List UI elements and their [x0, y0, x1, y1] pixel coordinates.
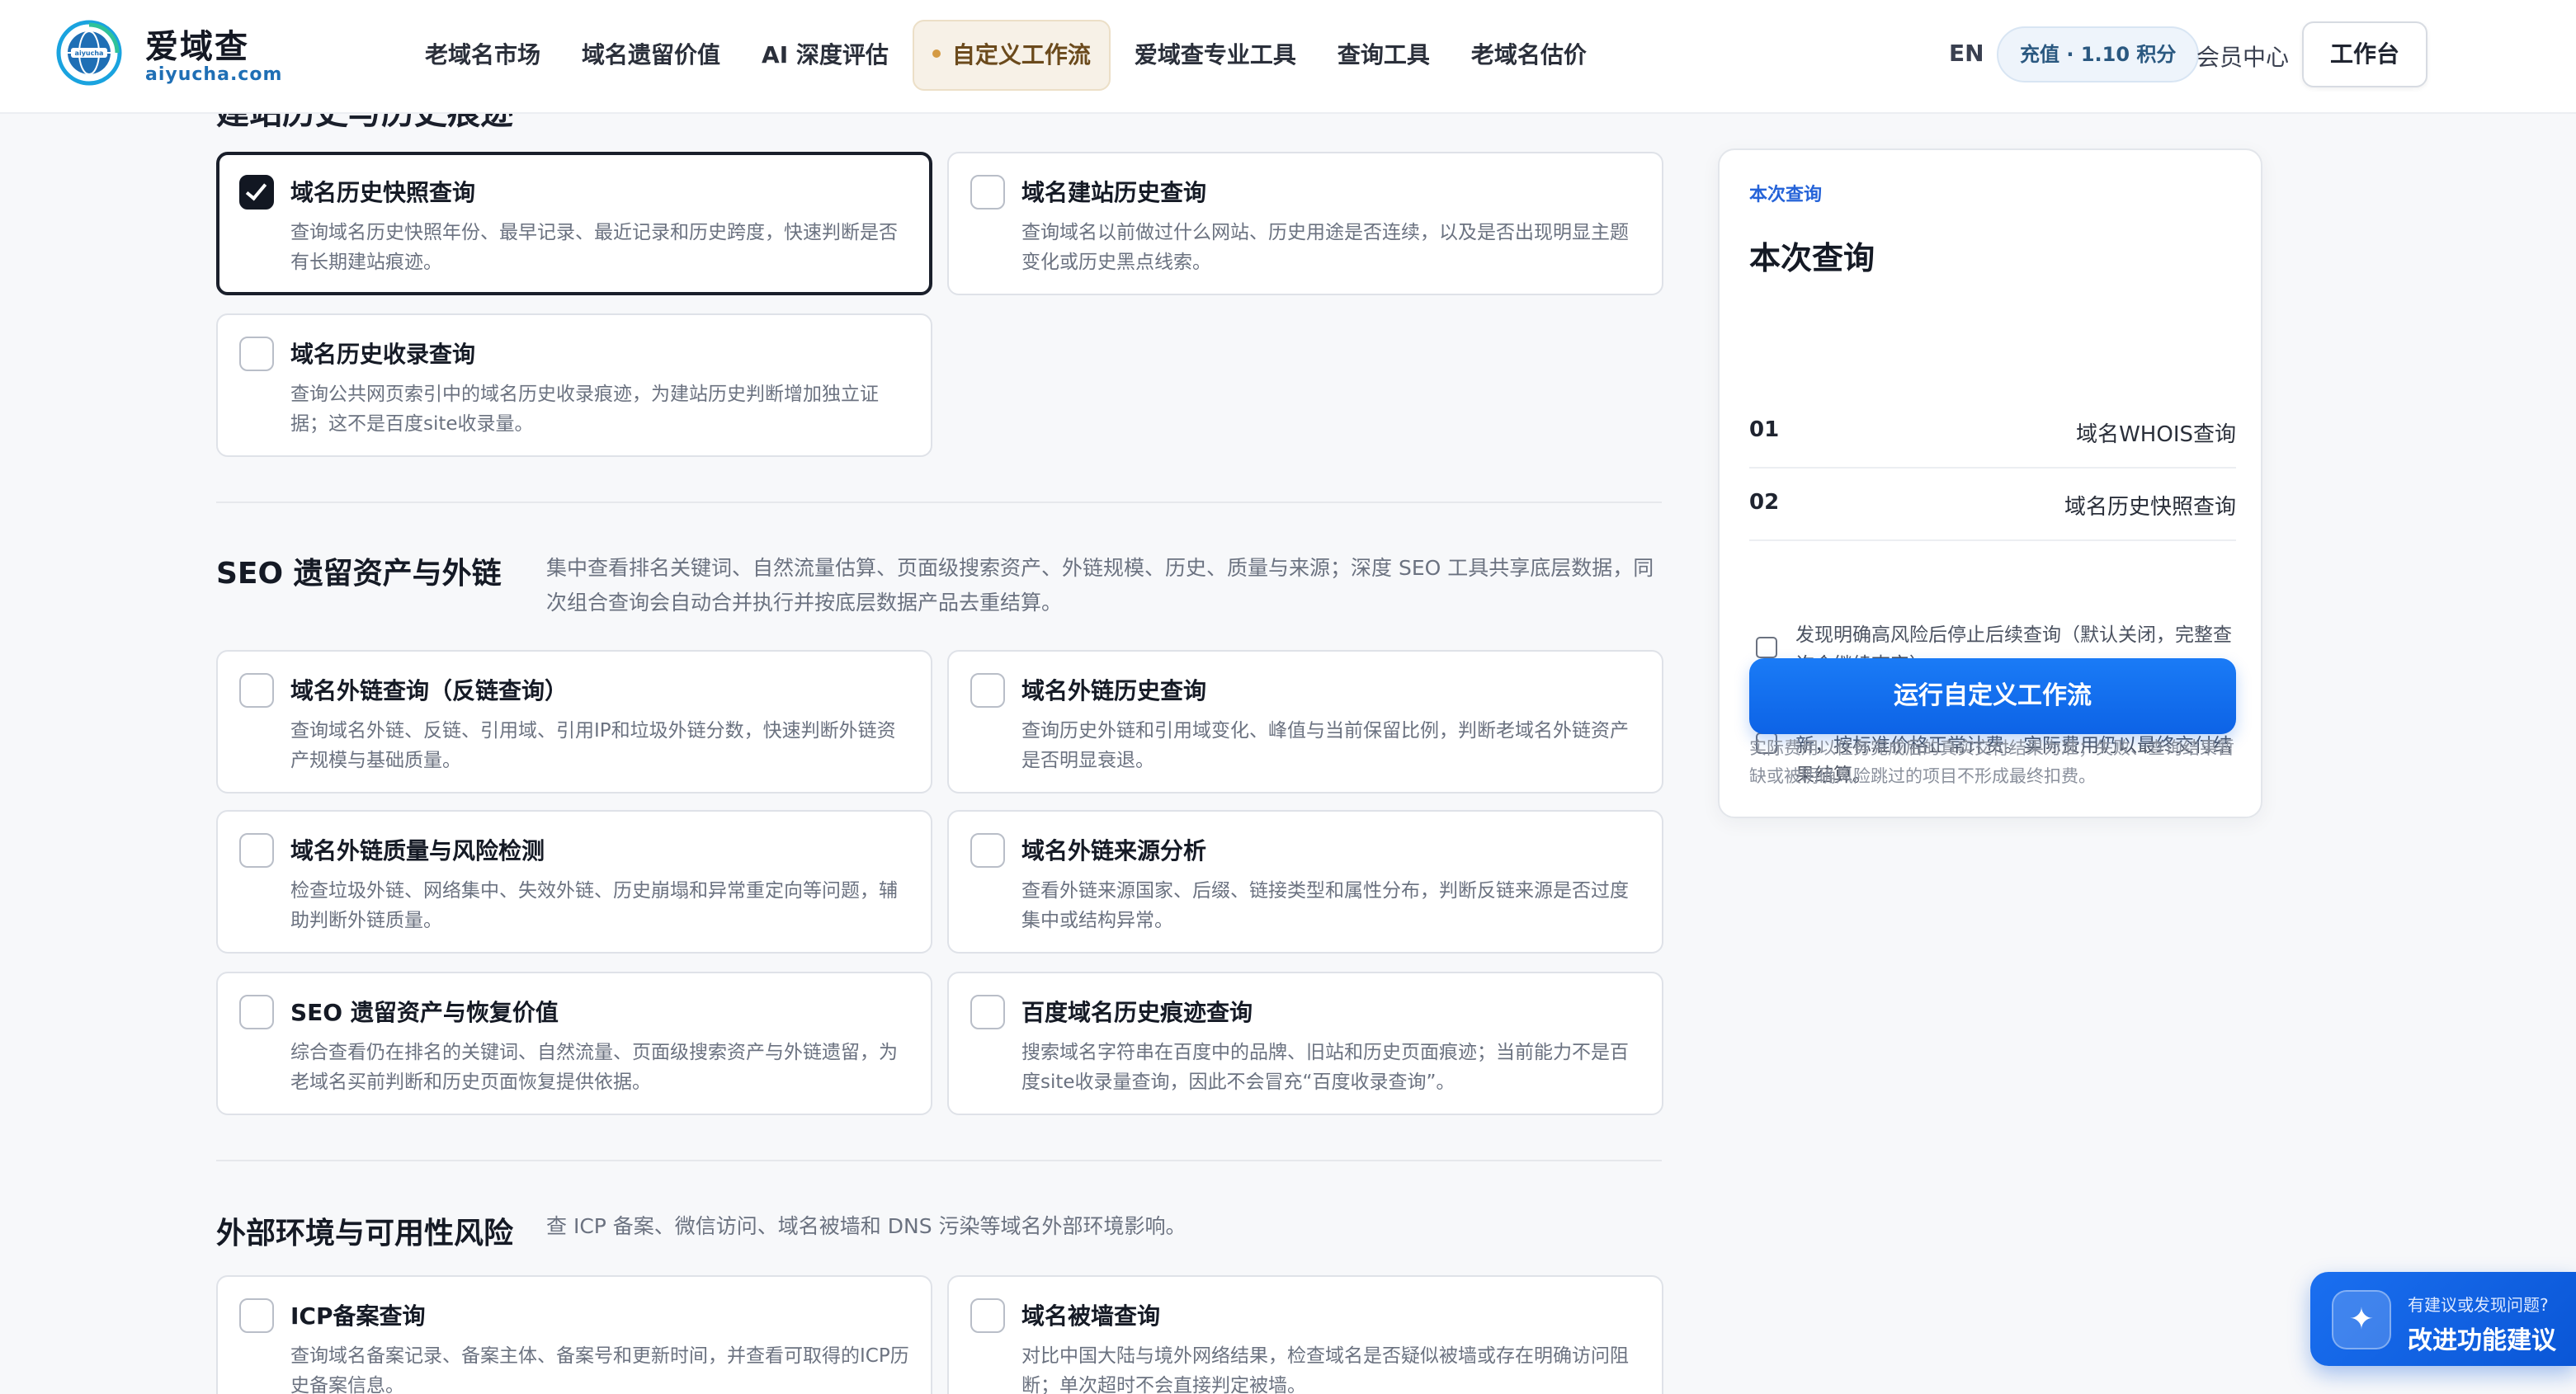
- card-checkbox[interactable]: [239, 337, 274, 371]
- brand-domain: aiyucha.com: [145, 64, 283, 85]
- section-title-seo-assets: SEO 遗留资产与外链: [216, 557, 502, 591]
- card-title: 域名外链来源分析: [1021, 837, 1207, 864]
- card-title: 百度域名历史痕迹查询: [1021, 999, 1253, 1026]
- card-desc: 查询域名备案记录、备案主体、备案号和更新时间，并查看可取得的ICP历史备案信息。: [290, 1345, 909, 1394]
- nav-old-domain-market[interactable]: 老域名市场: [404, 20, 561, 91]
- nav-domain-legacy-value[interactable]: 域名遗留价值: [561, 20, 741, 91]
- card-title: 域名建站历史查询: [1021, 179, 1207, 206]
- aiyucha-logo-icon[interactable]: aiyucha: [56, 20, 122, 86]
- section-title-external-risk: 外部环境与可用性风险: [216, 1217, 514, 1250]
- section-desc-external-risk: 查 ICP 备案、微信访问、域名被墙和 DNS 污染等域名外部环境影响。: [546, 1214, 1187, 1238]
- recharge-credits-button[interactable]: 充值 · 1.10 积分: [1997, 26, 2200, 82]
- nav-query-tools[interactable]: 查询工具: [1317, 20, 1451, 91]
- option-card-site-building-history[interactable]: 域名建站历史查询 查询域名以前做过什么网站、历史用途是否连续，以及是否出现明显主…: [947, 152, 1663, 295]
- row-index: 02: [1749, 490, 1780, 515]
- brand-name[interactable]: 爱域查: [145, 20, 249, 68]
- card-checkbox[interactable]: [239, 995, 274, 1029]
- member-center-link[interactable]: 会员中心: [2196, 40, 2289, 73]
- section-divider: [216, 1160, 1662, 1161]
- selected-query-row: 02 域名历史快照查询: [1749, 469, 2236, 541]
- sparkle-icon: ✦: [2332, 1290, 2391, 1349]
- card-desc: 查询域名以前做过什么网站、历史用途是否连续，以及是否出现明显主题变化或历史黑点线…: [1021, 222, 1629, 273]
- option-card-seo-legacy-value[interactable]: SEO 遗留资产与恢复价值 综合查看仍在排名的关键词、自然流量、页面级搜索资产与…: [216, 972, 932, 1115]
- option-card-index-history[interactable]: 域名历史收录查询 查询公共网页索引中的域名历史收录痕迹，为建站历史判断增加独立证…: [216, 313, 932, 457]
- card-checkbox[interactable]: [970, 1298, 1005, 1333]
- row-name: 域名WHOIS查询: [2076, 422, 2236, 447]
- section-divider: [216, 502, 1662, 503]
- main-nav: 老域名市场 域名遗留价值 AI 深度评估 自定义工作流 爱域查专业工具 查询工具…: [404, 20, 1607, 91]
- card-desc: 搜索域名字符串在百度中的品牌、旧站和历史页面痕迹；当前能力不是百度site收录量…: [1021, 1042, 1629, 1093]
- option-card-icp-record[interactable]: ICP备案查询 查询域名备案记录、备案主体、备案号和更新时间，并查看可取得的IC…: [216, 1275, 932, 1394]
- card-checkbox[interactable]: [239, 1298, 274, 1333]
- run-workflow-button[interactable]: 运行自定义工作流: [1749, 658, 2236, 734]
- row-name: 域名历史快照查询: [2064, 495, 2236, 520]
- option-card-baidu-history[interactable]: 百度域名历史痕迹查询 搜索域名字符串在百度中的品牌、旧站和历史页面痕迹；当前能力…: [947, 972, 1663, 1115]
- card-checkbox[interactable]: [970, 833, 1005, 868]
- language-toggle[interactable]: EN: [1949, 40, 1984, 67]
- checkmark-icon: [245, 178, 267, 201]
- option-card-backlinks[interactable]: 域名外链查询（反链查询） 查询域名外链、反链、引用域、引用IP和垃圾外链分数，快…: [216, 650, 932, 794]
- card-checkbox[interactable]: [970, 175, 1005, 210]
- card-title: 域名历史收录查询: [290, 341, 476, 368]
- option-card-snapshot-history[interactable]: 域名历史快照查询 查询域名历史快照年份、最早记录、最近记录和历史跨度，快速判断是…: [216, 152, 932, 295]
- card-checkbox[interactable]: [239, 833, 274, 868]
- card-title: 域名外链查询（反链查询）: [290, 677, 569, 704]
- option-card-backlink-quality[interactable]: 域名外链质量与风险检测 检查垃圾外链、网络集中、失效外链、历史崩塌和异常重定向等…: [216, 810, 932, 954]
- nav-custom-workflow-label: 自定义工作流: [951, 41, 1091, 68]
- card-desc: 对比中国大陆与境外网络结果，检查域名是否疑似被墙或存在明确访问阻断；单次超时不会…: [1021, 1345, 1629, 1394]
- nav-ai-deep-eval[interactable]: AI 深度评估: [741, 20, 909, 91]
- card-desc: 查询公共网页索引中的域名历史收录痕迹，为建站历史判断增加独立证据；这不是百度si…: [290, 384, 879, 435]
- query-summary-panel: 本次查询 本次查询 01 域名WHOIS查询 02 域名历史快照查询 发现明确高…: [1718, 148, 2262, 818]
- feedback-widget[interactable]: ✦ 有建议或发现问题? 改进功能建议: [2310, 1272, 2576, 1366]
- card-checkbox[interactable]: [239, 673, 274, 708]
- stop-on-risk-checkbox[interactable]: [1756, 637, 1777, 658]
- card-desc: 综合查看仍在排名的关键词、自然流量、页面级搜索资产与外链遗留，为老域名买前判断和…: [290, 1042, 898, 1093]
- card-checkbox[interactable]: [239, 175, 274, 210]
- panel-eyebrow: 本次查询: [1749, 185, 1823, 205]
- card-desc: 查看外链来源国家、后缀、链接类型和属性分布，判断反链来源是否过度集中或结构异常。: [1021, 880, 1629, 931]
- active-dot-icon: [932, 49, 941, 58]
- option-card-backlink-history[interactable]: 域名外链历史查询 查询历史外链和引用域变化、峰值与当前保留比例，判断老域名外链资…: [947, 650, 1663, 794]
- top-header: aiyucha 爱域查 aiyucha.com 老域名市场 域名遗留价值 AI …: [0, 0, 2576, 114]
- nav-domain-valuation[interactable]: 老域名估价: [1451, 20, 1607, 91]
- card-title: SEO 遗留资产与恢复价值: [290, 999, 559, 1026]
- row-index: 01: [1749, 417, 1780, 442]
- nav-pro-tools[interactable]: 爱域查专业工具: [1114, 20, 1317, 91]
- workbench-button[interactable]: 工作台: [2302, 21, 2427, 87]
- feedback-prompt: 有建议或发现问题?: [2408, 1295, 2549, 1315]
- section-desc-seo-assets: 集中查看排名关键词、自然流量估算、页面级搜索资产、外链规模、历史、质量与来源；深…: [546, 556, 1654, 615]
- card-title: 域名被墙查询: [1021, 1302, 1161, 1330]
- option-card-backlink-sources[interactable]: 域名外链来源分析 查看外链来源国家、后缀、链接类型和属性分布，判断反链来源是否过…: [947, 810, 1663, 954]
- card-title: 域名外链历史查询: [1021, 677, 1207, 704]
- panel-title: 本次查询: [1749, 240, 1875, 276]
- nav-custom-workflow[interactable]: 自定义工作流: [912, 20, 1111, 91]
- card-title: 域名外链质量与风险检测: [290, 837, 545, 864]
- card-checkbox[interactable]: [970, 673, 1005, 708]
- logo-text: aiyucha: [75, 49, 104, 57]
- selected-query-row: 01 域名WHOIS查询: [1749, 396, 2236, 469]
- card-title: 域名历史快照查询: [290, 179, 476, 206]
- billing-note: 实际费用以任务完成后的真实交付结果为准；失败、查询结果暂缺或被明确风险跳过的项目…: [1749, 738, 2234, 786]
- card-desc: 查询域名历史快照年份、最早记录、最近记录和历史跨度，快速判断是否有长期建站痕迹。: [290, 222, 898, 273]
- card-desc: 查询域名外链、反链、引用域、引用IP和垃圾外链分数，快速判断外链资产规模与基础质…: [290, 720, 896, 771]
- card-desc: 查询历史外链和引用域变化、峰值与当前保留比例，判断老域名外链资产是否明显衰退。: [1021, 720, 1629, 771]
- card-title: ICP备案查询: [290, 1302, 426, 1330]
- card-desc: 检查垃圾外链、网络集中、失效外链、历史崩塌和异常重定向等问题，辅助判断外链质量。: [290, 880, 898, 931]
- card-checkbox[interactable]: [970, 995, 1005, 1029]
- option-card-domain-blocked[interactable]: 域名被墙查询 对比中国大陆与境外网络结果，检查域名是否疑似被墙或存在明确访问阻断…: [947, 1275, 1663, 1394]
- feedback-label: 改进功能建议: [2408, 1326, 2556, 1355]
